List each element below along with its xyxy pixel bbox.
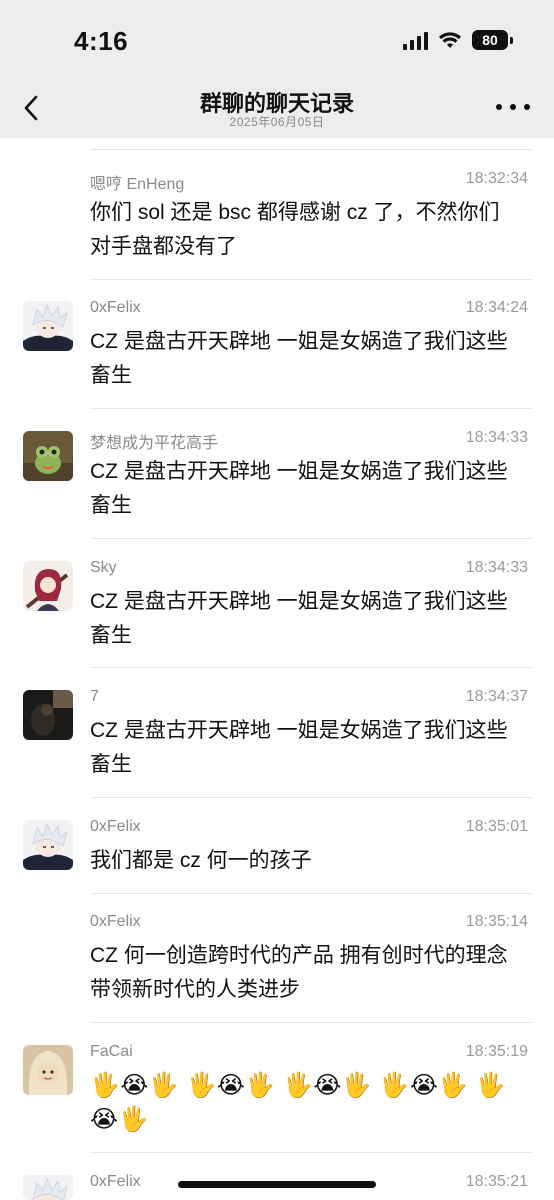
message-time: 18:35:14 (465, 913, 528, 930)
message-sender: 0xFelix (90, 299, 141, 316)
divider (90, 797, 532, 798)
message-text: CZ 是盘古开天辟地 一姐是女娲造了我们这些畜生 (90, 460, 508, 517)
message-time: 18:34:33 (465, 429, 528, 446)
status-icons: 80 (403, 30, 513, 50)
message-sender: 嗯哼 EnHeng (90, 176, 185, 193)
avatar[interactable] (23, 1175, 73, 1200)
message-sender: 7 (90, 688, 99, 705)
message-text: CZ 是盘古开天辟地 一姐是女娲造了我们这些畜生 (90, 719, 508, 776)
message-text: 你们 sol 还是 bsc 都得感谢 cz 了，不然你们对手盘都没有了 (90, 201, 500, 258)
divider (90, 1152, 532, 1153)
avatar-frog-toy-icon (23, 431, 73, 481)
message-text: 🖐😭🖐 🖐😭🖐 🖐😭🖐 🖐😭🖐 🖐😭🖐 (90, 1072, 507, 1133)
avatar[interactable] (23, 431, 73, 481)
avatar[interactable] (23, 690, 73, 740)
message-time: 18:32:34 (465, 170, 528, 187)
message-sender: FaCai (90, 1043, 133, 1060)
avatar-dark-photo-icon (23, 690, 73, 740)
message-text: CZ 是盘古开天辟地 一姐是女娲造了我们这些畜生 (90, 590, 508, 647)
message-time: 18:34:37 (465, 688, 528, 705)
avatar-anime-girl-icon (23, 561, 73, 611)
message-sender: 0xFelix (90, 818, 141, 835)
avatar-anime-boy-icon (23, 820, 73, 870)
message-time: 18:35:01 (465, 818, 528, 835)
nav-bar: 群聊的聊天记录 2025年06月05日 (0, 80, 554, 138)
divider (90, 667, 532, 668)
divider (90, 538, 532, 539)
message-text: 我们都是 cz 何一的孩子 (90, 849, 312, 872)
avatar[interactable] (23, 301, 73, 351)
more-dot-icon (524, 104, 530, 110)
status-bar: 4:16 80 (0, 0, 554, 80)
battery-icon: 80 (472, 30, 513, 50)
message-time: 18:34:33 (465, 559, 528, 576)
avatar-anime-boy-icon (23, 301, 73, 351)
divider (90, 279, 532, 280)
message-time: 18:34:24 (465, 299, 528, 316)
avatar-hooded-figure-icon (23, 1045, 73, 1095)
avatar[interactable] (23, 820, 73, 870)
home-indicator[interactable] (178, 1181, 376, 1188)
message-sender: Sky (90, 559, 117, 576)
avatar-anime-boy-icon (23, 1175, 73, 1200)
avatar[interactable] (23, 1045, 73, 1095)
cellular-signal-icon (403, 30, 428, 50)
wifi-icon (439, 32, 461, 48)
avatar[interactable] (23, 561, 73, 611)
more-options-button[interactable] (496, 92, 530, 122)
divider (90, 1022, 532, 1023)
page-date: 2025年06月05日 (229, 115, 325, 129)
more-dot-icon (496, 104, 502, 110)
divider (90, 408, 532, 409)
divider (90, 149, 532, 150)
message-sender: 0xFelix (90, 1173, 141, 1190)
more-dot-icon (510, 104, 516, 110)
divider (90, 893, 532, 894)
message-text: CZ 何一创造跨时代的产品 拥有创时代的理念 带领新时代的人类进步 (90, 944, 508, 1001)
message-time: 18:35:21 (465, 1173, 528, 1190)
message-time: 18:35:19 (465, 1043, 528, 1060)
message-text: CZ 是盘古开天辟地 一姐是女娲造了我们这些畜生 (90, 330, 508, 387)
message-sender: 0xFelix (90, 913, 141, 930)
message-sender: 梦想成为平花高手 (90, 435, 219, 452)
status-time: 4:16 (74, 26, 129, 56)
